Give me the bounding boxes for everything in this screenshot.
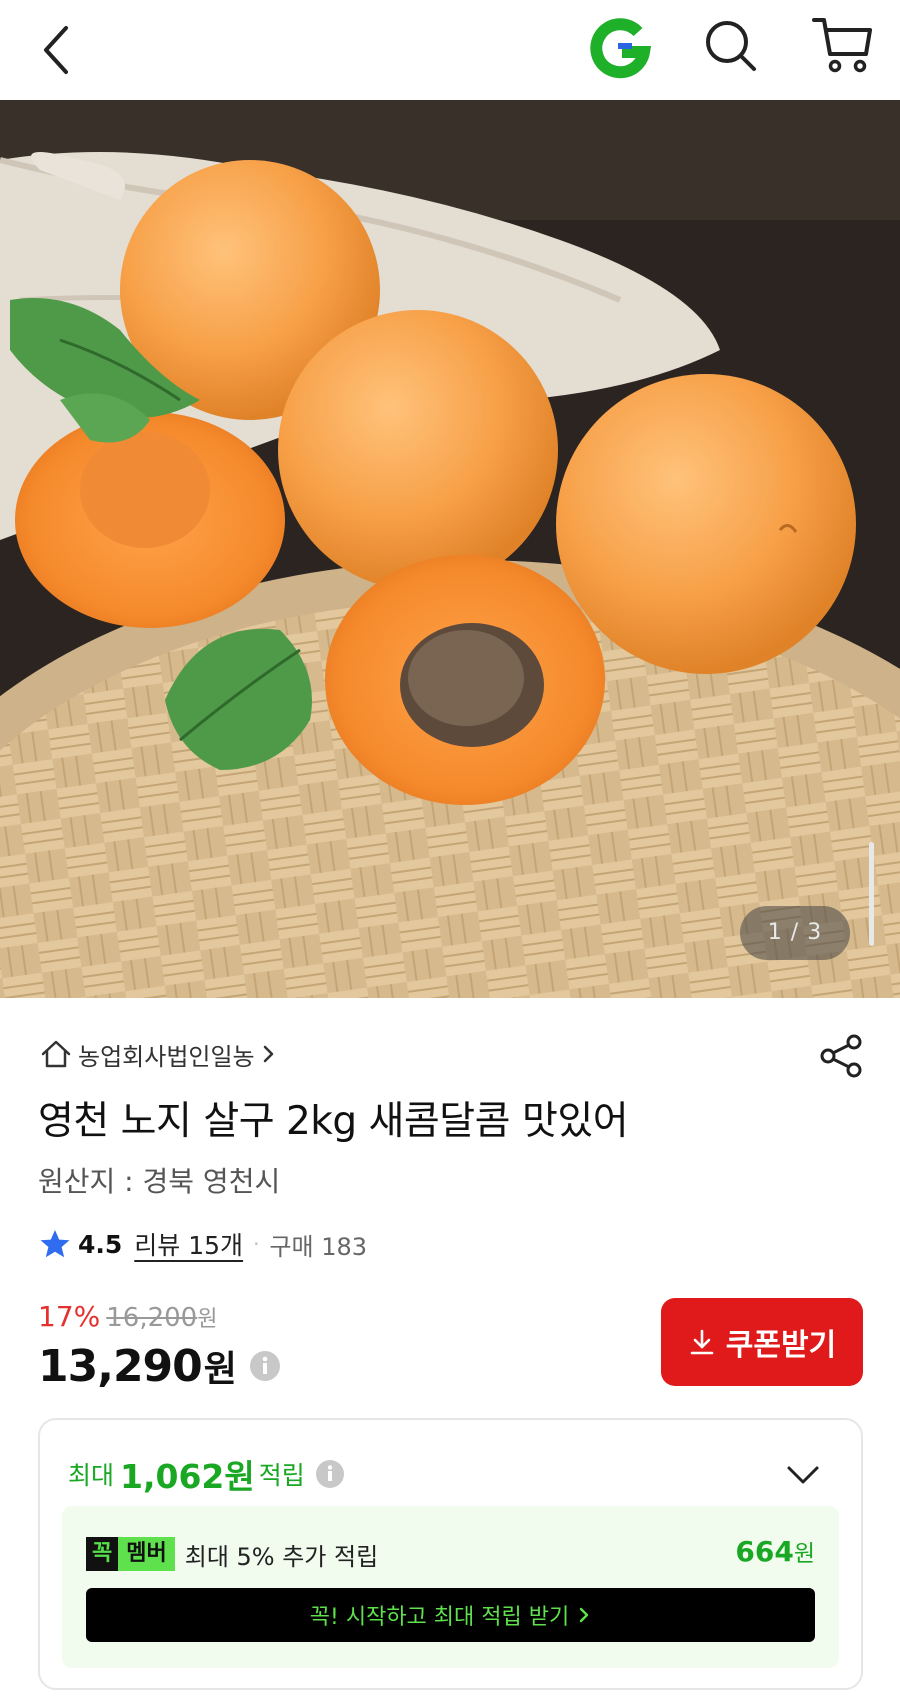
reward-suffix: 적립 (258, 1461, 305, 1490)
chevron-right-icon (580, 1607, 589, 1623)
membership-row: 꼭 멤버 최대 5% 추가 적립 (86, 1536, 378, 1572)
separator-dot: · (253, 1232, 260, 1256)
original-price-unit: 원 (197, 1307, 218, 1332)
membership-cta-label: 꼭! 시작하고 최대 적립 받기 (309, 1605, 570, 1630)
g-logo-button[interactable] (588, 16, 652, 80)
seller-link[interactable]: 농업회사법인일농 (38, 1036, 279, 1072)
reward-summary[interactable]: 최대 1,062원 적립 (68, 1450, 345, 1498)
sale-price-unit: 원 (203, 1349, 237, 1390)
reward-prefix: 최대 (68, 1461, 115, 1490)
search-icon (706, 21, 756, 71)
info-icon[interactable] (315, 1459, 345, 1489)
product-image-gallery[interactable]: 1 / 3 (0, 100, 900, 998)
rating-score: 4.5 (78, 1229, 123, 1259)
search-button[interactable] (700, 14, 762, 76)
cart-button[interactable] (810, 12, 874, 76)
sale-price-row: 13,290 원 (38, 1338, 281, 1394)
share-button[interactable] (818, 1032, 866, 1080)
chevron-down-icon[interactable] (785, 1462, 821, 1488)
membership-amount-unit: 원 (793, 1541, 815, 1567)
house-icon (41, 1040, 71, 1068)
product-origin: 원산지 : 경북 영천시 (38, 1165, 281, 1198)
membership-badge: 꼭 멤버 (86, 1537, 175, 1571)
membership-box: 꼭 멤버 최대 5% 추가 적립 664원 꼭! 시작하고 최대 적립 받기 (62, 1506, 839, 1668)
coupon-label: 쿠폰받기 (725, 1328, 837, 1363)
badge-right: 멤버 (118, 1537, 175, 1571)
membership-amount: 664원 (735, 1534, 815, 1568)
seller-name: 농업회사법인일농 (78, 1042, 255, 1071)
coupon-button[interactable]: 쿠폰받기 (661, 1298, 863, 1386)
reward-card: 최대 1,062원 적립 꼭 멤버 최대 5% 추가 적립 664원 꼭! 시작… (38, 1418, 863, 1690)
rating-row: 4.5 리뷰 15개 · 구매 183 (38, 1224, 367, 1264)
share-icon (820, 1034, 862, 1078)
badge-left: 꼭 (86, 1537, 119, 1571)
star-icon (40, 1230, 70, 1258)
scroll-indicator (869, 842, 874, 946)
cart-icon (812, 18, 872, 73)
chevron-left-icon (44, 26, 68, 74)
membership-amount-value: 664 (735, 1535, 794, 1568)
membership-start-button[interactable]: 꼭! 시작하고 최대 적립 받기 (86, 1588, 815, 1642)
chevron-right-icon (263, 1045, 273, 1063)
image-counter: 1 / 3 (740, 906, 850, 960)
product-photo (0, 100, 900, 998)
g-logo-icon (590, 18, 652, 79)
reward-amount: 1,062원 (120, 1457, 255, 1496)
review-link[interactable]: 리뷰 15개 (134, 1226, 243, 1262)
membership-text: 최대 5% 추가 적립 (184, 1542, 379, 1571)
discount-row: 17% 16,200 원 (38, 1300, 217, 1336)
info-icon[interactable] (249, 1350, 281, 1382)
discount-rate: 17% (38, 1300, 101, 1333)
product-title: 영천 노지 살구 2kg 새콤달콤 맛있어 (38, 1099, 629, 1144)
download-icon (690, 1329, 714, 1355)
original-price: 16,200 (106, 1303, 198, 1333)
purchase-count: 구매 183 (269, 1232, 368, 1261)
back-button[interactable] (36, 18, 82, 78)
top-bar (0, 0, 900, 100)
sale-price: 13,290 (38, 1340, 203, 1392)
